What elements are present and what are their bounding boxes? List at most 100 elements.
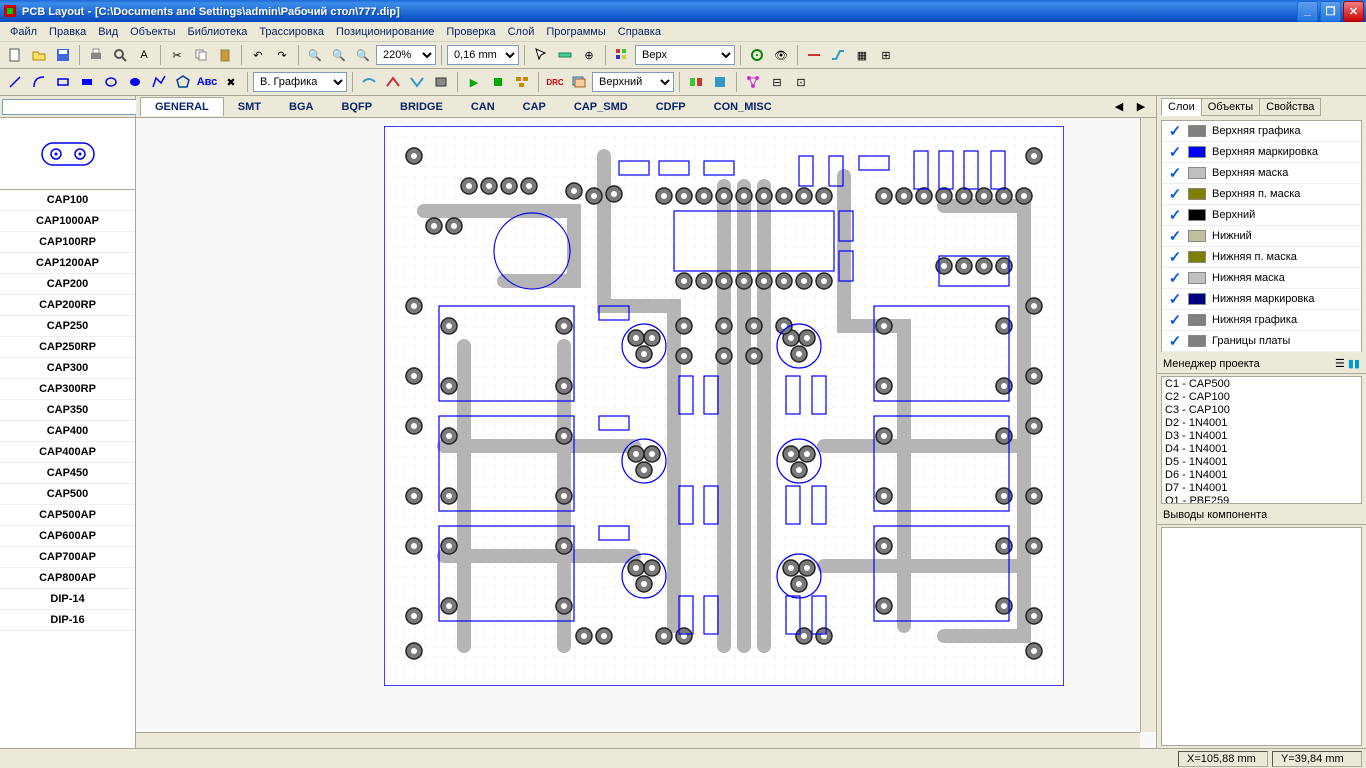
list-item[interactable]: CAP250RP [0,337,135,358]
pm-btn1-icon[interactable]: ☰ [1335,358,1345,370]
list-item[interactable]: CAP500AP [0,505,135,526]
grid2-icon[interactable] [611,44,633,66]
arrange-icon[interactable] [511,71,533,93]
list-item[interactable]: CAP500 [0,484,135,505]
copy-icon[interactable] [190,44,212,66]
list-item[interactable]: CAP1000AP [0,211,135,232]
rtab-properties[interactable]: Свойства [1259,98,1321,116]
grid-combo[interactable]: 0,16 mm [447,45,519,65]
undo-icon[interactable]: ↶ [247,44,269,66]
text-icon[interactable]: A [133,44,155,66]
menu-objects[interactable]: Объекты [124,24,181,40]
menu-library[interactable]: Библиотека [182,24,254,40]
check-icon[interactable]: ✓ [1162,227,1188,245]
list-item[interactable]: D5 - 1N4001 [1165,456,1358,469]
layer-row[interactable]: ✓Верхняя маска [1162,163,1361,184]
select-icon[interactable] [530,44,552,66]
check-icon[interactable]: ✓ [1162,206,1188,224]
arc-icon[interactable] [28,71,50,93]
tab-next-icon[interactable]: ▶ [1130,96,1152,118]
pm-btn2-icon[interactable]: ▮▮ [1348,358,1360,370]
update-icon[interactable] [709,71,731,93]
list-item[interactable]: C2 - CAP100 [1165,391,1358,404]
drc-icon[interactable]: DRC [544,71,566,93]
step-icon[interactable] [487,71,509,93]
ellipse-icon[interactable] [100,71,122,93]
layer-row[interactable]: ✓Границы платы [1162,331,1361,352]
tab-smt[interactable]: SMT [224,98,275,116]
redo-icon[interactable]: ↷ [271,44,293,66]
list-item[interactable]: D3 - 1N4001 [1165,430,1358,443]
close-button[interactable]: ✕ [1343,1,1364,22]
route1-icon[interactable] [358,71,380,93]
origin2-icon[interactable]: 👁 [770,44,792,66]
minimize-button[interactable]: _ [1297,1,1318,22]
list-item[interactable]: CAP100 [0,190,135,211]
list-item[interactable]: CAP800AP [0,568,135,589]
check-icon[interactable]: ✓ [1162,332,1188,350]
pcb-board[interactable] [384,126,1064,686]
zoom-fit-icon[interactable]: 🔍 [352,44,374,66]
list-item[interactable]: D7 - 1N4001 [1165,482,1358,495]
list-item[interactable]: D6 - 1N4001 [1165,469,1358,482]
zoom-combo[interactable]: 220% [376,45,436,65]
grid3-icon[interactable]: ⊞ [875,44,897,66]
rect-icon[interactable] [52,71,74,93]
list-item[interactable]: CAP700AP [0,547,135,568]
list-item[interactable]: Q1 - PBF259 [1165,495,1358,504]
canvas-scroll-vertical[interactable] [1140,118,1156,732]
save-icon[interactable] [52,44,74,66]
list-item[interactable]: CAP300 [0,358,135,379]
layers-list[interactable]: ✓Верхняя графика✓Верхняя маркировка✓Верх… [1161,120,1362,352]
list-item[interactable]: DIP-14 [0,589,135,610]
layer-row[interactable]: ✓Верхняя п. маска [1162,184,1361,205]
route3-icon[interactable] [406,71,428,93]
list-item[interactable]: CAP250 [0,316,135,337]
list-item[interactable]: CAP100RP [0,232,135,253]
tab-prev-icon[interactable]: ◀ [1108,96,1130,118]
rect-fill-icon[interactable] [76,71,98,93]
layers-icon[interactable] [568,71,590,93]
list-item[interactable]: CAP600AP [0,526,135,547]
list-item[interactable]: CAP400 [0,421,135,442]
rtab-objects[interactable]: Объекты [1201,98,1260,116]
list-item[interactable]: DIP-16 [0,610,135,631]
layer-row[interactable]: ✓Верхняя маркировка [1162,142,1361,163]
zoom-in-icon[interactable]: 🔍 [328,44,350,66]
menu-check[interactable]: Проверка [440,24,501,40]
list-item[interactable]: CAP450 [0,463,135,484]
layer-row[interactable]: ✓Нижняя графика [1162,310,1361,331]
check-icon[interactable]: ✓ [1162,290,1188,308]
check-icon[interactable]: ✓ [1162,185,1188,203]
project-manager-list[interactable]: C1 - CAP500C2 - CAP100C3 - CAP100D2 - 1N… [1161,376,1362,504]
list-item[interactable]: CAP200 [0,274,135,295]
trace-icon[interactable] [827,44,849,66]
tab-bga[interactable]: BGA [275,98,327,116]
list-item[interactable]: CAP300RP [0,379,135,400]
tab-cap-smd[interactable]: CAP_SMD [560,98,642,116]
check-icon[interactable]: ✓ [1162,311,1188,329]
component-list[interactable]: CAP100CAP1000APCAP100RPCAP1200APCAP200CA… [0,190,135,748]
layer-row[interactable]: ✓Нижняя маркировка [1162,289,1361,310]
open-icon[interactable] [28,44,50,66]
ellipse-fill-icon[interactable] [124,71,146,93]
tab-cap[interactable]: CAP [509,98,560,116]
3d-icon[interactable]: ▦ [851,44,873,66]
layer-row[interactable]: ✓Нижняя маска [1162,268,1361,289]
play-icon[interactable]: ▶ [463,71,485,93]
menu-routing[interactable]: Трассировка [253,24,330,40]
del-icon[interactable]: ✖ [220,71,242,93]
tab-cdfp[interactable]: CDFP [642,98,700,116]
lib-search-input[interactable] [2,99,146,115]
preview-icon[interactable] [109,44,131,66]
check-icon[interactable]: ✓ [1162,143,1188,161]
tab-bqfp[interactable]: BQFP [327,98,386,116]
polygon-icon[interactable] [172,71,194,93]
layer-top-combo[interactable]: Верх [635,45,735,65]
check-icon[interactable]: ✓ [1162,269,1188,287]
menu-edit[interactable]: Правка [43,24,92,40]
print-icon[interactable] [85,44,107,66]
tab-con-misc[interactable]: CON_MISC [700,98,786,116]
net-icon[interactable] [742,71,764,93]
zoom-out-icon[interactable]: 🔍 [304,44,326,66]
